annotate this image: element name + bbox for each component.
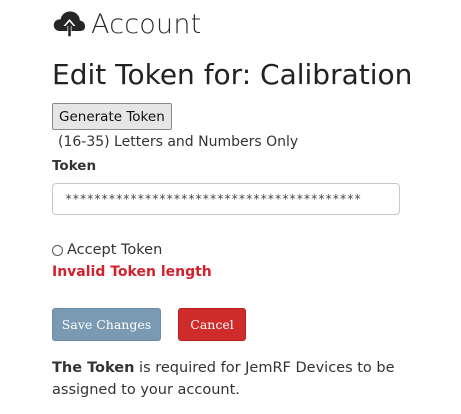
cancel-button[interactable]: Cancel [178, 308, 246, 341]
brand-header: Account [52, 6, 201, 42]
save-changes-button[interactable]: Save Changes [52, 308, 161, 341]
accept-token-option[interactable]: Accept Token [52, 242, 162, 258]
accept-token-label[interactable]: Accept Token [67, 242, 162, 258]
accept-token-radio[interactable] [52, 244, 63, 256]
token-input[interactable] [52, 183, 400, 215]
cloud-upload-icon [52, 7, 86, 41]
token-format-hint: (16-35) Letters and Numbers Only [58, 134, 299, 150]
token-info-bold: The Token [52, 360, 135, 376]
token-info-note: The Token is required for JemRF Devices … [52, 357, 412, 401]
brand-name: Account [91, 8, 202, 40]
token-field-label: Token [52, 158, 97, 174]
page-title: Edit Token for: Calibration [52, 58, 413, 91]
token-error-message: Invalid Token length [52, 264, 212, 280]
generate-token-button[interactable]: Generate Token [52, 103, 172, 130]
